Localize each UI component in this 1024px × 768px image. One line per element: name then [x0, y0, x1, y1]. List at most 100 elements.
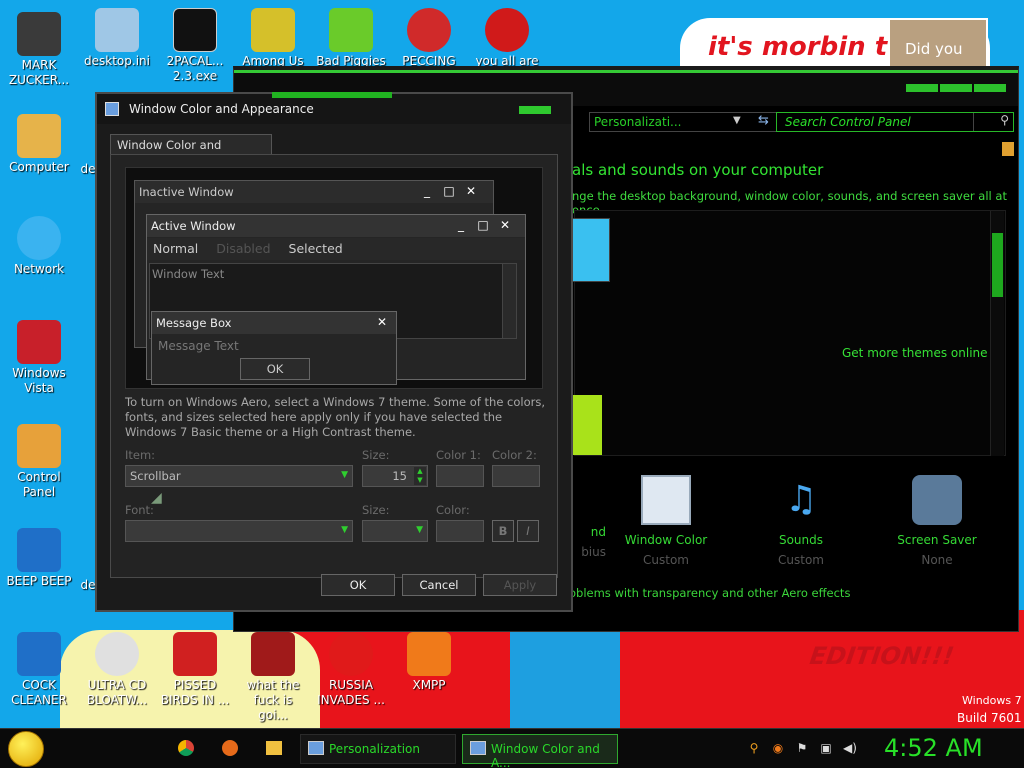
icon-label: 2PACAL... 2.3.exe — [166, 54, 224, 83]
search-icon[interactable]: ⚲ — [746, 741, 762, 757]
search-input[interactable]: Search Control Panel ⚲ — [776, 112, 1014, 132]
tab-window-color[interactable]: Window Color and Appearance — [110, 134, 272, 166]
preview-menubar: Normal Disabled Selected — [147, 238, 525, 260]
firefox-icon[interactable] — [222, 740, 238, 756]
font-size-select[interactable]: ▼ — [362, 520, 428, 542]
color1-label: Color 1: — [436, 448, 481, 462]
font-color-picker[interactable] — [436, 520, 484, 542]
aero-info-text: To turn on Windows Aero, select a Window… — [125, 395, 546, 439]
desktop-icon-peccing[interactable]: PECCING — [394, 8, 464, 69]
desktop-icon-desktop-ini[interactable]: desktop.ini — [82, 8, 152, 69]
page-heading: als and sounds on your computer — [572, 161, 824, 179]
icon-label: COCK CLEANER — [11, 678, 67, 707]
action-center-flag-icon[interactable]: ⚑ — [794, 741, 810, 757]
help-icon[interactable] — [1002, 142, 1014, 156]
desktop-icon-among-us[interactable]: Among Us — [238, 8, 308, 69]
desktop-icon-beep-beep[interactable]: BEEP BEEP — [4, 528, 74, 589]
themes-scrollbar[interactable] — [990, 211, 1004, 456]
chevron-down-icon: ▼ — [341, 470, 348, 480]
theme-thumbnail[interactable] — [572, 218, 610, 282]
taskbar-button-window-color[interactable]: Window Color and A... — [462, 734, 618, 768]
themes-list[interactable] — [574, 210, 1006, 456]
desktop-icon-xmpp[interactable]: XMPP — [394, 632, 464, 693]
pig-icon — [329, 8, 373, 52]
recycle-bin-icon — [17, 320, 61, 364]
wallpaper-blue-column — [510, 625, 620, 728]
scrollbar-thumb[interactable] — [992, 233, 1003, 297]
bold-button[interactable]: B — [492, 520, 514, 542]
close-icon: ✕ — [499, 218, 511, 232]
taskbar-button-personalization[interactable]: Personalization — [300, 734, 456, 764]
preview-message-box: Message Box ✕ Message Text OK — [151, 311, 397, 385]
chevron-down-icon[interactable]: ▼ — [733, 115, 741, 126]
apply-button[interactable]: Apply — [483, 574, 557, 596]
icon-label: Computer — [9, 160, 69, 174]
folder-icon[interactable] — [266, 741, 282, 755]
computer-icon — [17, 114, 61, 158]
chrome-icon[interactable] — [178, 740, 194, 756]
taskbar: Personalization Window Color and A... ⚲ … — [0, 728, 1024, 768]
message-box-title-text: Message Box — [156, 316, 232, 330]
item-value: Custom — [778, 553, 824, 567]
taskbar-clock[interactable]: 4:52 AM — [884, 734, 983, 762]
volume-icon[interactable]: ◀) — [842, 741, 858, 757]
shortcut-icon — [17, 632, 61, 676]
window-color-item[interactable]: Window Color Custom — [606, 475, 726, 567]
desktop-icon-network[interactable]: Network — [4, 216, 74, 277]
sounds-item[interactable]: ♫ Sounds Custom — [741, 475, 861, 567]
inactive-title-text: Inactive Window — [139, 185, 234, 199]
dev-cpp-icon — [485, 8, 529, 52]
italic-button[interactable]: I — [517, 520, 539, 542]
chevron-down-icon: ▼ — [341, 525, 348, 535]
network-icon[interactable]: ▣ — [818, 741, 834, 757]
maximize-button[interactable] — [940, 84, 972, 92]
theme-thumbnail[interactable] — [572, 395, 602, 455]
desktop-icon-dev-cpp[interactable]: you all are — [472, 8, 542, 69]
appearance-preview[interactable]: Inactive Window _ □ ✕ Active Window _ □ … — [125, 167, 543, 389]
icon-label: XMPP — [412, 678, 446, 692]
start-button[interactable] — [8, 731, 44, 767]
desktop-icon-computer[interactable]: Computer — [4, 114, 74, 175]
ok-button[interactable]: OK — [321, 574, 395, 596]
icon-label: PISSED BIRDS IN ... — [160, 678, 230, 707]
titlebar-glow — [272, 92, 392, 98]
desktop-icon-what-the[interactable]: what the fuck is goi... — [238, 632, 308, 723]
size-stepper[interactable]: 15 ▲ ▼ — [362, 465, 428, 487]
refresh-icon[interactable]: ⇆ — [758, 113, 769, 128]
desktop-icon-pissed-birds[interactable]: PISSED BIRDS IN ... — [160, 632, 230, 708]
close-button[interactable] — [974, 84, 1006, 92]
font-select[interactable]: ▼ — [125, 520, 353, 542]
stepper-arrows-icon[interactable]: ▲ ▼ — [414, 467, 426, 485]
icon-label: MARK ZUCKER... — [8, 58, 70, 87]
cancel-button[interactable]: Cancel — [402, 574, 476, 596]
message-box-ok: OK — [240, 358, 310, 380]
desktop-icon-bad-piggies[interactable]: Bad Piggies — [316, 8, 386, 69]
desktop-icon-russia[interactable]: RUSSIA INVADES ... — [316, 632, 386, 708]
radiation-icon — [329, 632, 373, 676]
color1-picker[interactable] — [436, 465, 484, 487]
color2-picker[interactable] — [492, 465, 540, 487]
aero-troubleshoot-link[interactable]: oblems with transparency and other Aero … — [569, 586, 850, 600]
font-size-label: Size: — [362, 503, 390, 517]
personalization-icon — [308, 741, 324, 755]
window-color-icon — [470, 741, 486, 755]
get-more-themes-link[interactable]: Get more themes online — [842, 346, 988, 360]
screen-saver-item[interactable]: Screen Saver None — [877, 475, 997, 567]
desktop-icon-cock-cleaner[interactable]: COCK CLEANER — [4, 632, 74, 708]
desktop-icon-control-panel[interactable]: Control Panel — [4, 424, 74, 500]
desktop-icon-mark-zucker[interactable]: MARK ZUCKER... — [4, 12, 74, 88]
desktop-icon-windows-vista[interactable]: Windows Vista — [4, 320, 74, 396]
cd-icon — [95, 632, 139, 676]
close-icon: ✕ — [376, 315, 388, 329]
search-icon[interactable]: ⚲ — [1000, 113, 1009, 127]
os-name-watermark: Windows 7 — [962, 694, 1022, 707]
minimize-button[interactable] — [906, 84, 938, 92]
close-button[interactable] — [519, 106, 551, 114]
dialog-titlebar[interactable]: Window Color and Appearance — [97, 92, 571, 124]
desktop-icon-ultra-cd[interactable]: ULTRA CD BLOATW... — [82, 632, 152, 708]
tray-app-icon[interactable]: ◉ — [770, 741, 786, 757]
window-color-dialog[interactable]: Window Color and Appearance Window Color… — [95, 92, 573, 612]
file-icon — [95, 8, 139, 52]
item-select[interactable]: Scrollbar ▼ — [125, 465, 353, 487]
desktop-icon-2pacal[interactable]: 2PACAL... 2.3.exe — [160, 8, 230, 84]
